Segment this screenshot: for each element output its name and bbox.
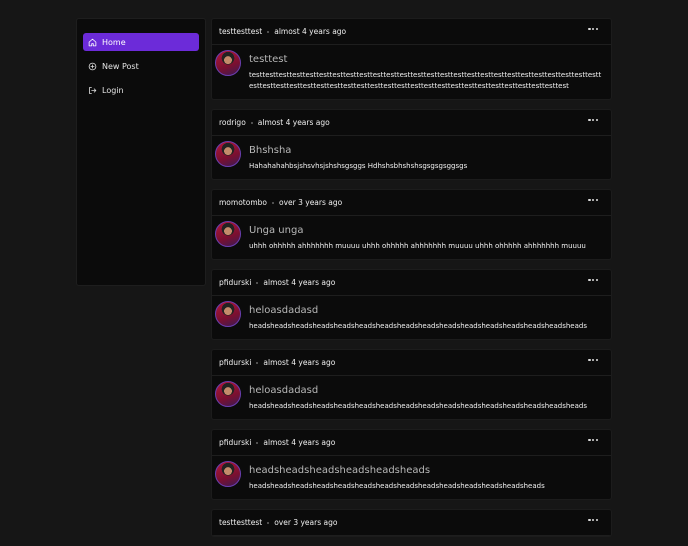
- post-time: almost 4 years ago: [257, 118, 330, 127]
- avatar[interactable]: [215, 461, 241, 487]
- post-body: heloasdadasd headsheadsheadsheadsheadshe…: [212, 376, 611, 419]
- post-text: uhhh ohhhhh ahhhhhhh muuuu uhhh ohhhhh a…: [249, 242, 586, 250]
- post-title[interactable]: heloasdadasd: [249, 385, 604, 396]
- avatar[interactable]: [215, 221, 241, 247]
- more-options-icon[interactable]: [586, 197, 600, 203]
- post-author[interactable]: testtesttest: [219, 27, 262, 36]
- home-icon: [88, 38, 97, 47]
- post-time: almost 4 years ago: [263, 438, 336, 447]
- post-title[interactable]: headsheadsheadsheadsheadsheads: [249, 465, 604, 476]
- post-text: headsheadsheadsheadsheadsheadsheadsheads…: [249, 482, 545, 490]
- sidebar: Home New Post Login: [76, 18, 206, 286]
- more-options-icon[interactable]: [586, 117, 600, 123]
- more-options-icon[interactable]: [586, 437, 600, 443]
- avatar[interactable]: [215, 381, 241, 407]
- separator-dot: [267, 521, 270, 524]
- separator-dot: [250, 121, 253, 124]
- post-title[interactable]: heloasdadasd: [249, 305, 604, 316]
- post-body: Unga unga uhhh ohhhhh ahhhhhhh muuuu uhh…: [212, 216, 611, 259]
- more-options-icon[interactable]: [586, 277, 600, 283]
- post-text: Hahahahahbsjshsvhsjshshsgsggs Hdhshsbhsh…: [249, 162, 468, 170]
- post-card: pfidurski almost 4 years ago headsheadsh…: [211, 429, 612, 500]
- plus-circle-icon: [88, 62, 97, 71]
- post-card: testtesttest over 3 years ago: [211, 509, 612, 537]
- post-header: pfidurski almost 4 years ago: [212, 350, 611, 376]
- avatar[interactable]: [215, 141, 241, 167]
- post-time: almost 4 years ago: [263, 358, 336, 367]
- post-header: pfidurski almost 4 years ago: [212, 270, 611, 296]
- sidebar-item-login[interactable]: Login: [83, 81, 199, 99]
- sidebar-item-label: New Post: [102, 61, 139, 71]
- post-author[interactable]: pfidurski: [219, 278, 251, 287]
- post-author[interactable]: pfidurski: [219, 438, 251, 447]
- post-text: headsheadsheadsheadsheadsheadsheadsheads…: [249, 322, 587, 330]
- more-options-icon[interactable]: [586, 517, 600, 523]
- sidebar-item-home[interactable]: Home: [83, 33, 199, 51]
- post-author[interactable]: testtesttest: [219, 518, 262, 527]
- post-card: testtesttest almost 4 years ago testtest…: [211, 18, 612, 100]
- post-body: testtest testtesttesttesttesttesttesttes…: [212, 45, 611, 99]
- sidebar-item-label: Home: [102, 37, 126, 47]
- post-card: pfidurski almost 4 years ago heloasdadas…: [211, 349, 612, 420]
- sidebar-item-label: Login: [102, 85, 124, 95]
- post-header: testtesttest almost 4 years ago: [212, 19, 611, 45]
- post-card: pfidurski almost 4 years ago heloasdadas…: [211, 269, 612, 340]
- post-text: testtesttesttesttesttesttesttesttesttest…: [249, 71, 602, 90]
- post-time: over 3 years ago: [274, 518, 338, 527]
- sidebar-item-new-post[interactable]: New Post: [83, 57, 199, 75]
- post-time: almost 4 years ago: [263, 278, 336, 287]
- separator-dot: [256, 441, 259, 444]
- post-time: almost 4 years ago: [274, 27, 347, 36]
- post-body: heloasdadasd headsheadsheadsheadsheadshe…: [212, 296, 611, 339]
- post-author[interactable]: momotombo: [219, 198, 267, 207]
- post-body: headsheadsheadsheadsheadsheads headshead…: [212, 456, 611, 499]
- post-title[interactable]: Unga unga: [249, 225, 604, 236]
- post-title[interactable]: Bhshsha: [249, 145, 604, 156]
- separator-dot: [271, 201, 274, 204]
- avatar[interactable]: [215, 301, 241, 327]
- post-feed: testtesttest almost 4 years ago testtest…: [211, 18, 612, 546]
- separator-dot: [256, 281, 259, 284]
- separator-dot: [256, 361, 259, 364]
- separator-dot: [267, 30, 270, 33]
- post-card: momotombo over 3 years ago Unga unga uhh…: [211, 189, 612, 260]
- post-header: testtesttest over 3 years ago: [212, 510, 611, 536]
- post-header: momotombo over 3 years ago: [212, 190, 611, 216]
- post-header: rodrigo almost 4 years ago: [212, 110, 611, 136]
- post-body: Bhshsha Hahahahahbsjshsvhsjshshsgsggs Hd…: [212, 136, 611, 179]
- more-options-icon[interactable]: [586, 26, 600, 32]
- post-author[interactable]: rodrigo: [219, 118, 246, 127]
- more-options-icon[interactable]: [586, 357, 600, 363]
- post-author[interactable]: pfidurski: [219, 358, 251, 367]
- post-card: rodrigo almost 4 years ago Bhshsha Hahah…: [211, 109, 612, 180]
- post-title[interactable]: testtest: [249, 54, 604, 65]
- post-header: pfidurski almost 4 years ago: [212, 430, 611, 456]
- post-time: over 3 years ago: [278, 198, 343, 207]
- login-icon: [88, 86, 97, 95]
- avatar[interactable]: [215, 50, 241, 76]
- post-text: headsheadsheadsheadsheadsheadsheadsheads…: [249, 402, 587, 410]
